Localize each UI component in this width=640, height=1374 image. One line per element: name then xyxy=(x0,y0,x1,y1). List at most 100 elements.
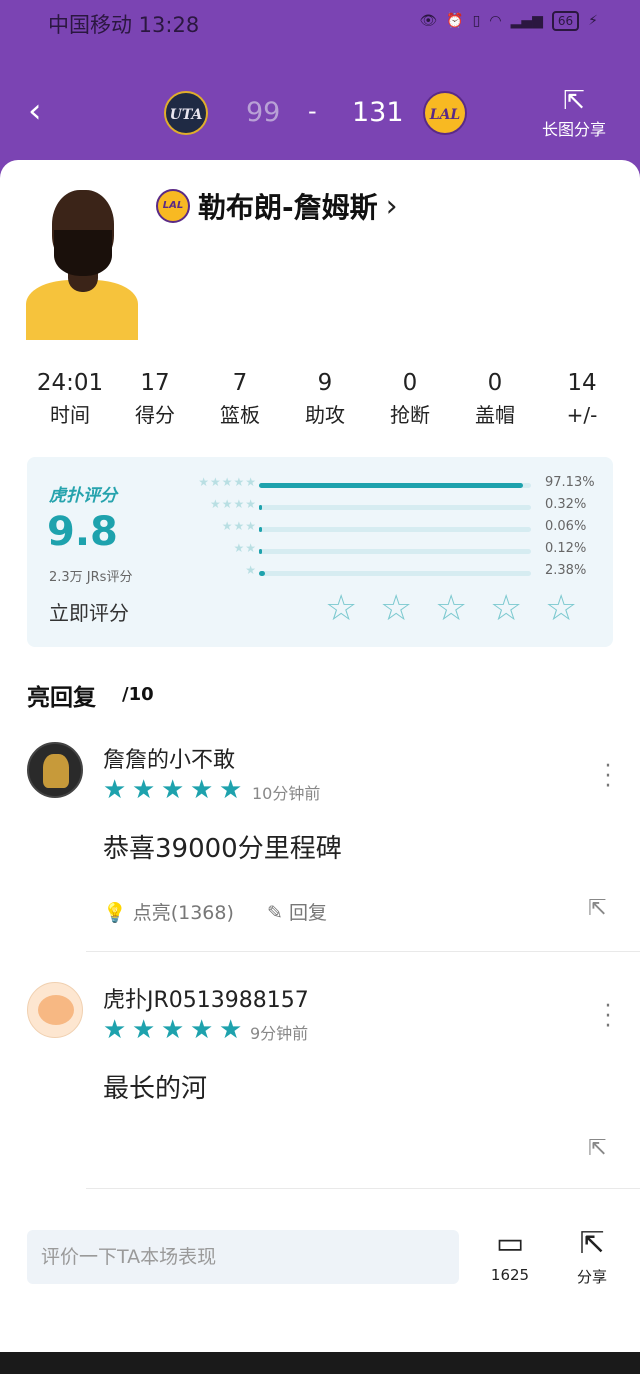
rate-star-picker: ☆ ☆ ☆ ☆ ☆ xyxy=(325,589,595,629)
comment-count: 1625 xyxy=(490,1266,530,1284)
rate-star-3-icon[interactable]: ☆ xyxy=(435,589,467,629)
utah-jazz-logo[interactable]: UTA xyxy=(164,91,208,135)
star-filled-icon: ★ xyxy=(103,1015,127,1045)
rating-bar-track xyxy=(259,571,531,576)
comment-actions: 💡 点亮(1368) ✎ 回复 ⇱ xyxy=(103,896,623,928)
rating-score: 9.8 xyxy=(47,509,118,555)
rating-bar-fill xyxy=(259,483,524,488)
star-filled-icon: ★ xyxy=(132,775,156,805)
rating-bar-fill xyxy=(259,505,262,510)
header: 中国移动 13:28 👁 ⏰ ▯ ◠ ▂▄▆ 66 ⚡ ‹ UTA 99 - 1… xyxy=(0,0,640,180)
highlight-replies-count: /10 xyxy=(122,684,154,705)
player-card: LAL 勒布朗-詹姆斯 › 24:01 时间 17 得分 7 篮板 9 助攻 0… xyxy=(0,160,640,1374)
edit-icon: ✎ xyxy=(267,902,283,924)
comment-time: 9分钟前 xyxy=(250,1024,309,1043)
system-nav-bar xyxy=(0,1352,640,1374)
player-name: 勒布朗-詹姆斯 xyxy=(198,191,378,224)
stat-label: 时间 xyxy=(50,403,90,427)
player-name-link[interactable]: LAL 勒布朗-詹姆斯 › xyxy=(156,188,398,224)
avatar-figure xyxy=(43,754,69,788)
stat-value: 14 xyxy=(567,370,597,396)
lightbulb-icon: 💡 xyxy=(103,902,127,924)
rating-row-4: ★★★★ 0.32% xyxy=(177,497,607,515)
divider xyxy=(86,1188,640,1189)
rating-bar-fill xyxy=(259,571,266,576)
light-up-label: 点亮(1368) xyxy=(132,902,234,924)
star-filled-icon: ★ xyxy=(103,775,127,805)
stat-value: 0 xyxy=(487,370,503,396)
stat-points: 17 得分 xyxy=(113,366,197,430)
comment-actions: ⇱ xyxy=(103,1136,623,1168)
stat-value: 0 xyxy=(402,370,418,396)
star-filled-icon: ★ xyxy=(161,775,185,805)
stat-value: 9 xyxy=(317,370,333,396)
user-avatar[interactable] xyxy=(27,982,83,1038)
rating-row-percent: 97.13% xyxy=(545,475,595,490)
rating-row-percent: 0.06% xyxy=(545,519,587,534)
share-label: 分享 xyxy=(576,1268,607,1286)
rating-row-percent: 2.38% xyxy=(545,563,587,578)
rating-bar-track xyxy=(259,549,531,554)
stat-value: 24:01 xyxy=(36,370,104,396)
more-vertical-icon[interactable]: · · · xyxy=(600,756,616,798)
rating-row-stars: ★★★★ xyxy=(209,497,257,511)
stat-label: 盖帽 xyxy=(475,403,515,427)
back-arrow-icon[interactable]: ‹ xyxy=(28,94,56,130)
carrier-time: 中国移动 13:28 xyxy=(48,13,200,37)
stat-label: 抢断 xyxy=(390,403,430,427)
rate-star-1-icon[interactable]: ☆ xyxy=(325,589,357,629)
rate-star-4-icon[interactable]: ☆ xyxy=(490,589,522,629)
stat-rebounds: 7 篮板 xyxy=(198,366,282,430)
rating-row-percent: 0.12% xyxy=(545,541,587,556)
share-out-icon: ⇱ xyxy=(563,86,585,116)
away-score: 99 xyxy=(246,97,281,128)
chevron-right-icon: › xyxy=(385,188,398,224)
user-avatar[interactable] xyxy=(27,742,83,798)
lakers-logo[interactable]: LAL xyxy=(423,91,467,135)
star-filled-icon: ★ xyxy=(219,1015,243,1045)
rating-bar-fill xyxy=(259,527,262,532)
rating-row-1: ★ 2.38% xyxy=(177,563,607,581)
stat-value: 17 xyxy=(140,370,170,396)
share-out-icon[interactable]: ⇱ xyxy=(588,896,606,921)
more-vertical-icon[interactable]: · · · xyxy=(600,996,616,1038)
status-bar: 中国移动 13:28 👁 ⏰ ▯ ◠ ▂▄▆ 66 ⚡ xyxy=(0,0,640,44)
share-button[interactable]: ⇱ 分享 xyxy=(566,1226,618,1287)
comment-username[interactable]: 虎扑JR0513988157 xyxy=(103,982,309,1014)
stat-steals: 0 抢断 xyxy=(368,366,452,430)
rate-star-5-icon[interactable]: ☆ xyxy=(545,589,577,629)
long-image-share-label: 长图分享 xyxy=(541,120,606,139)
stat-assists: 9 助攻 xyxy=(283,366,367,430)
rating-bar-track xyxy=(259,527,531,532)
rating-bar-track xyxy=(259,505,531,510)
rating-brand: 虎扑评分 xyxy=(49,486,117,506)
stat-plus-minus: 14 +/- xyxy=(540,366,624,430)
comment-username[interactable]: 詹詹的小不敢 xyxy=(103,742,235,774)
star-filled-icon: ★ xyxy=(132,1015,156,1045)
comment-text: 恭喜39000分里程碑 xyxy=(103,834,342,864)
vibrate-icon: ▯ xyxy=(472,13,481,29)
rating-bar-fill xyxy=(259,549,262,554)
light-up-button[interactable]: 💡 点亮(1368) xyxy=(103,898,234,925)
reply-button[interactable]: ✎ 回复 xyxy=(267,898,327,925)
comments-button[interactable]: ▭ 1625 xyxy=(482,1226,538,1284)
player-beard xyxy=(54,230,112,276)
long-image-share-button[interactable]: ⇱ 长图分享 xyxy=(536,86,612,140)
score-separator: - xyxy=(308,97,317,125)
stat-label: +/- xyxy=(566,403,598,427)
rate-star-2-icon[interactable]: ☆ xyxy=(380,589,412,629)
share-out-icon[interactable]: ⇱ xyxy=(588,1136,606,1161)
rating-row-stars: ★ xyxy=(245,563,257,577)
player-stats: 24:01 时间 17 得分 7 篮板 9 助攻 0 抢断 0 盖帽 14 +/… xyxy=(0,366,640,436)
lakers-mini-logo: LAL xyxy=(156,189,190,223)
star-filled-icon: ★ xyxy=(190,1015,214,1045)
rating-bar-track xyxy=(259,483,531,488)
reply-label: 回复 xyxy=(288,902,327,924)
rate-now-button[interactable]: 立即评分 xyxy=(49,597,129,626)
share-out-icon: ⇱ xyxy=(579,1226,605,1261)
star-filled-icon: ★ xyxy=(219,775,243,805)
rating-row-stars: ★★★★★ xyxy=(198,475,257,489)
stat-blocks: 0 盖帽 xyxy=(453,366,537,430)
review-input[interactable] xyxy=(27,1230,459,1284)
star-filled-icon: ★ xyxy=(161,1015,185,1045)
